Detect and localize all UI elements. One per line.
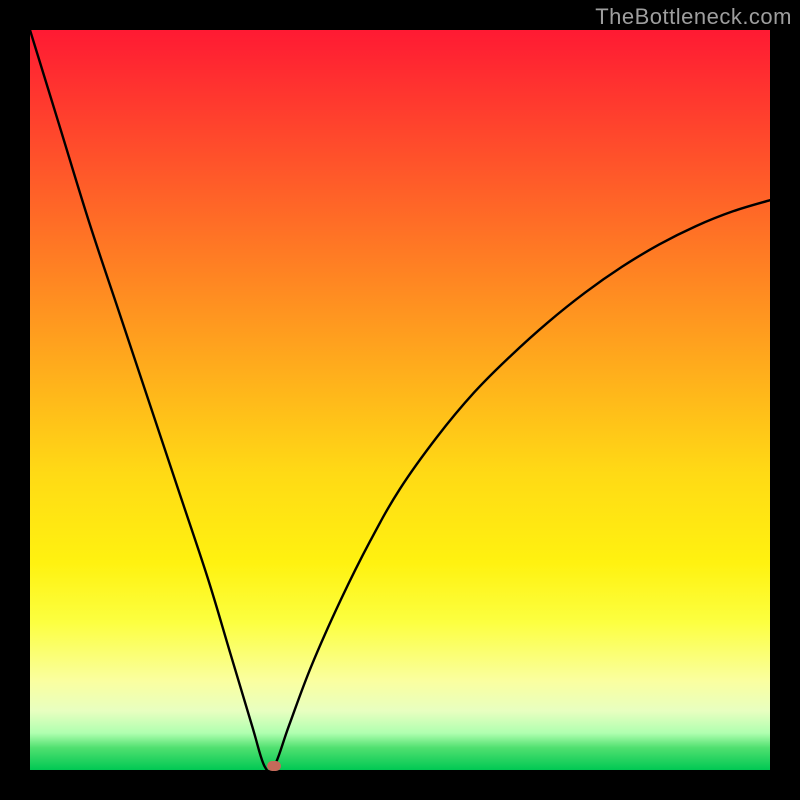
bottleneck-curve <box>30 30 770 770</box>
watermark-text: TheBottleneck.com <box>595 4 792 30</box>
plot-area <box>30 30 770 770</box>
chart-frame: TheBottleneck.com <box>0 0 800 800</box>
optimal-marker <box>267 761 281 771</box>
